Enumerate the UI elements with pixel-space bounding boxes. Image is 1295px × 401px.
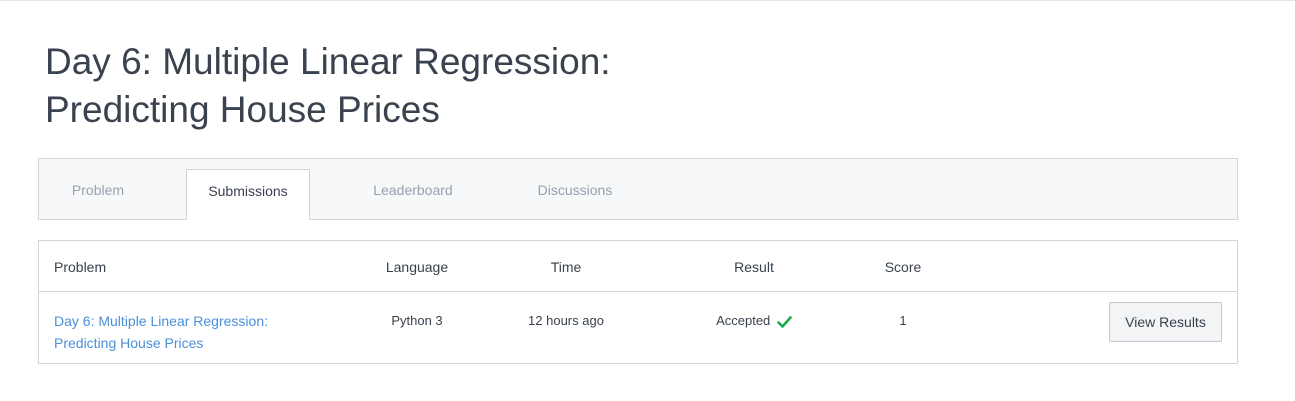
submission-score: 1 [899,313,907,328]
view-results-button[interactable]: View Results [1109,302,1222,342]
problem-link-line-1: Day 6: Multiple Linear Regression: [54,313,268,329]
tab-leaderboard[interactable]: Leaderboard [357,169,469,219]
page-title-line-2: Predicting House Prices [45,89,440,130]
top-divider [0,0,1295,1]
header-score: Score [884,259,922,275]
tab-discussions[interactable]: Discussions [523,169,627,219]
header-language: Language [385,259,449,275]
tab-problem[interactable]: Problem [55,169,141,219]
submission-time: 12 hours ago [528,313,604,328]
result-text: Accepted [716,313,771,328]
table-row: Day 6: Multiple Linear Regression: Predi… [39,292,1237,363]
submission-language: Python 3 [391,313,443,328]
submissions-table: Problem Language Time Result Score Day 6… [38,240,1238,364]
header-result: Result [734,259,774,275]
header-problem: Problem [54,259,107,275]
page-title-line-1: Day 6: Multiple Linear Regression: [45,41,611,82]
submission-problem-link[interactable]: Day 6: Multiple Linear Regression: Predi… [54,310,314,354]
table-header: Problem Language Time Result Score [39,241,1237,292]
tabs-bar: Problem Submissions Leaderboard Discussi… [38,158,1238,220]
page-title: Day 6: Multiple Linear Regression: Predi… [45,38,745,134]
problem-link-line-2: Predicting House Prices [54,335,204,351]
submission-result: Accepted [704,310,804,332]
tab-submissions[interactable]: Submissions [186,169,310,220]
header-time: Time [550,259,582,275]
check-icon [777,315,792,328]
